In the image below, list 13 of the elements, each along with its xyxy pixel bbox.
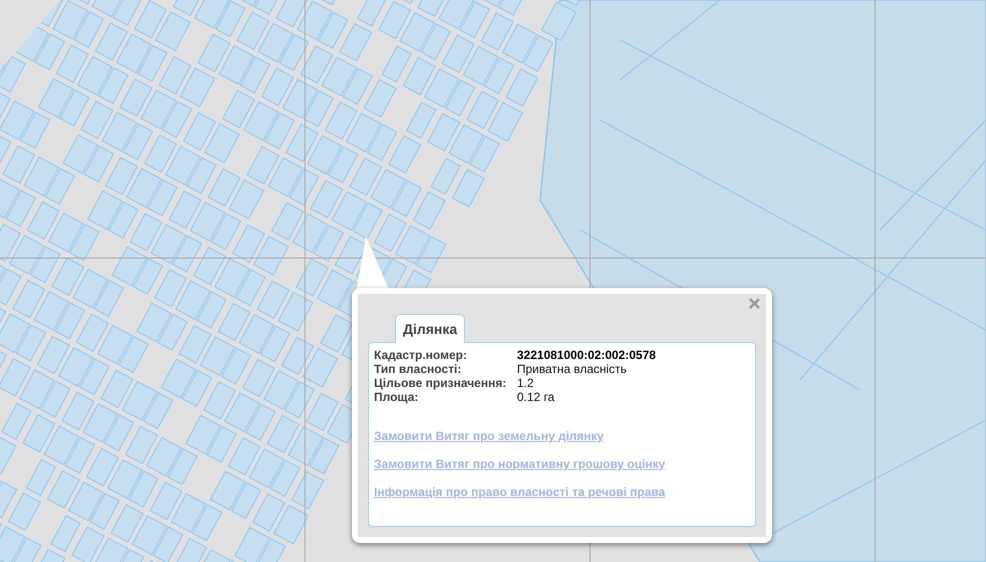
field-label: Кадастр.номер:	[374, 348, 468, 362]
close-icon[interactable]	[749, 298, 760, 309]
order-link[interactable]: Замовити Витяг про нормативну грошову оцінку	[374, 457, 666, 471]
field-label: Тип власності:	[374, 362, 462, 376]
order-link[interactable]: Замовити Витяг про земельну ділянку	[374, 429, 604, 443]
field-value: 0.12 га	[517, 390, 556, 404]
field-label: Площа:	[374, 390, 420, 404]
popup-tab[interactable]: Ділянка	[395, 314, 466, 343]
order-link[interactable]: Інформація про право власності та речові права	[374, 485, 666, 499]
field-value: 3221081000:02:002:0578	[517, 348, 657, 362]
field-label: Цільове призначення:	[374, 376, 508, 390]
field-value: 1.2	[517, 376, 535, 390]
field-value: Приватна власність	[517, 362, 628, 376]
